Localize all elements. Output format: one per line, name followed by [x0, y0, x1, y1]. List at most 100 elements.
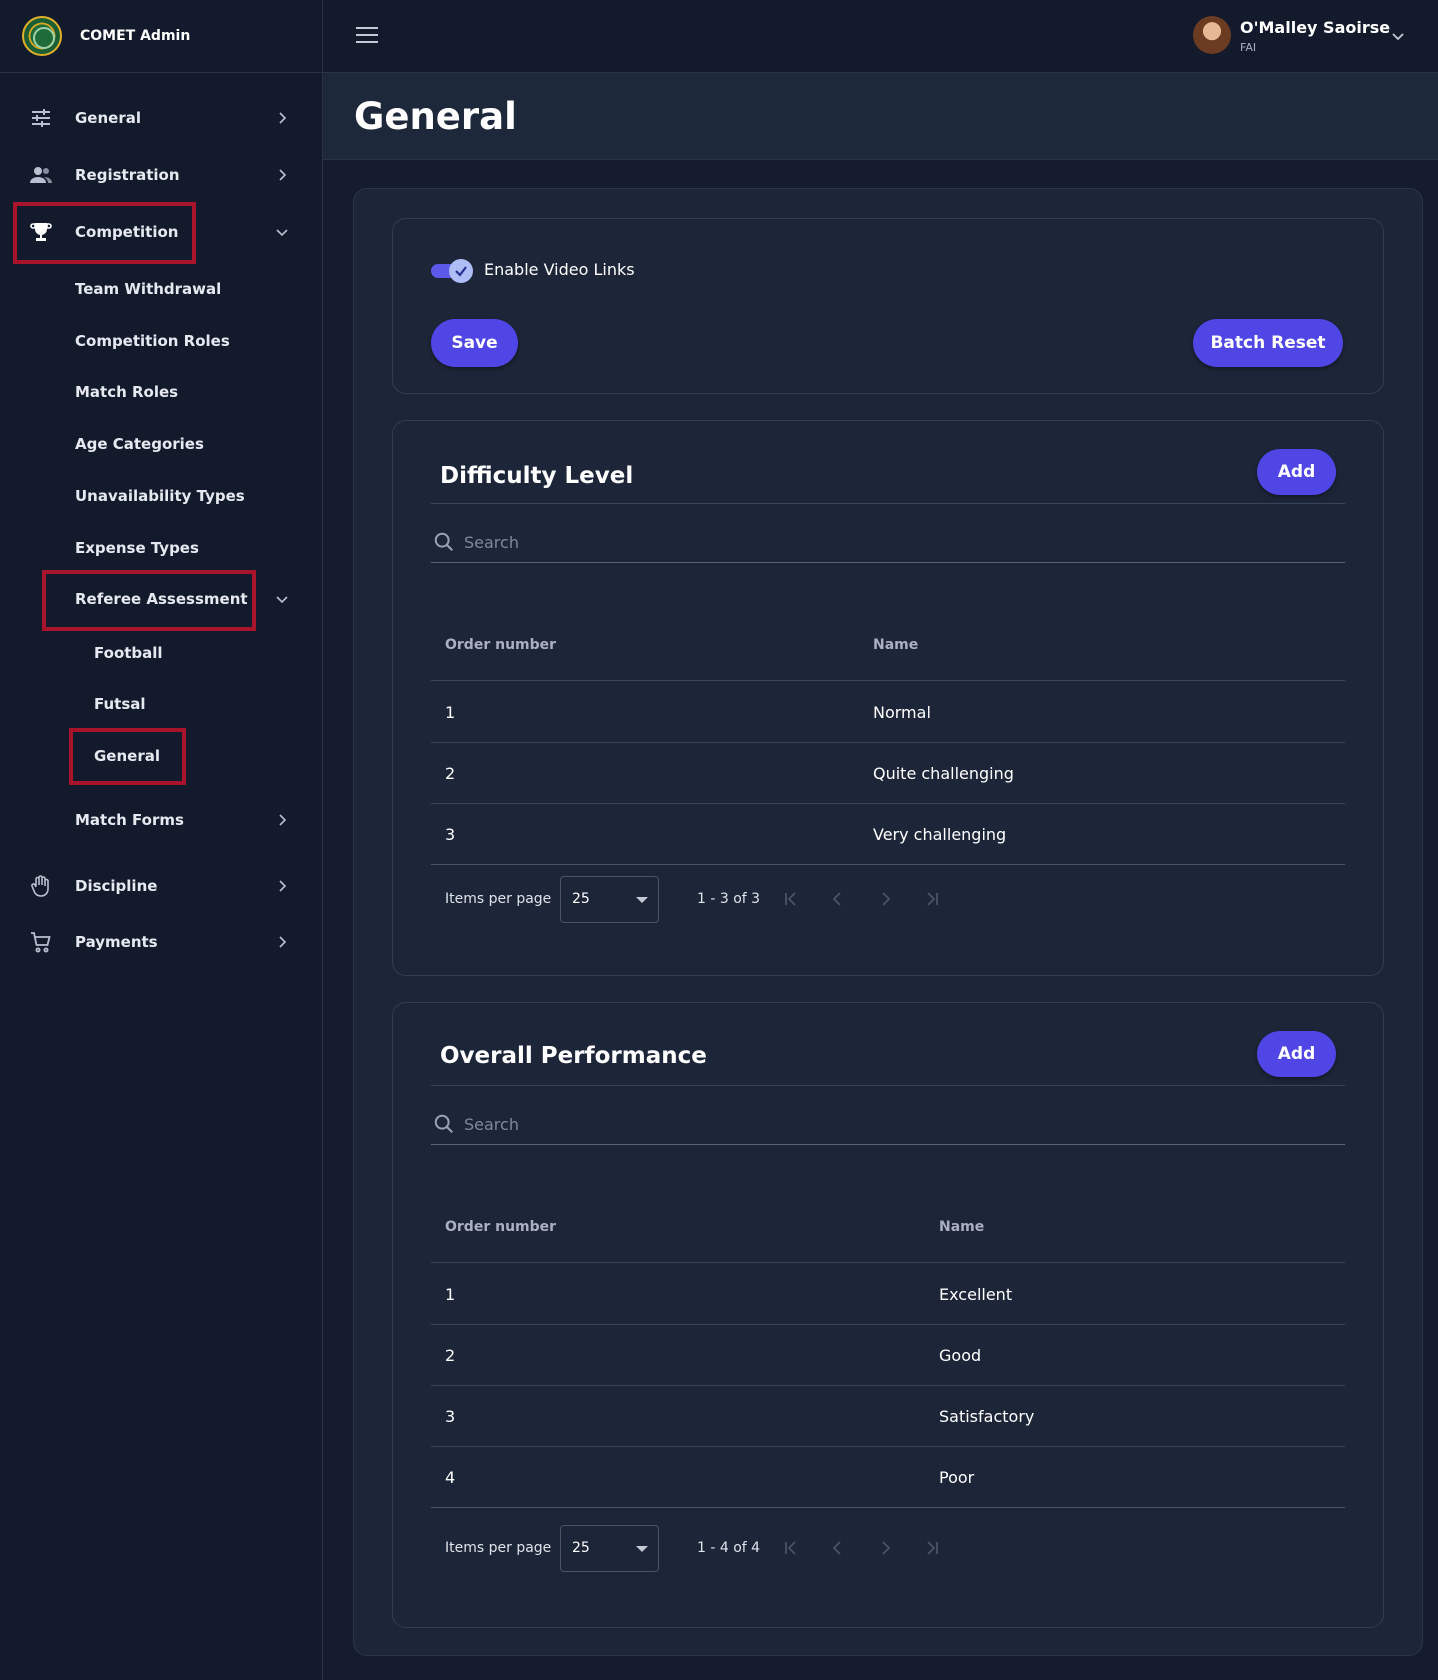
last-page-icon[interactable]	[922, 1538, 942, 1558]
page-header: General	[323, 73, 1438, 160]
check-icon	[449, 259, 473, 283]
items-per-page-value: 25	[572, 1540, 590, 1556]
sidebar-subitem-match-roles[interactable]: Match Roles	[75, 383, 178, 401]
sidebar-subitem-competition-roles[interactable]: Competition Roles	[75, 332, 230, 350]
card-title: Difficulty Level	[440, 463, 634, 489]
previous-page-icon[interactable]	[828, 1538, 848, 1558]
cell-order: 3	[445, 1407, 456, 1426]
chevron-right-icon	[279, 880, 287, 892]
items-per-page-select[interactable]: 25	[560, 876, 659, 923]
cell-name: Excellent	[939, 1285, 1013, 1304]
sidebar-subitem-expense-types[interactable]: Expense Types	[75, 539, 199, 557]
chevron-right-icon	[279, 814, 287, 826]
avatar[interactable]	[1193, 16, 1231, 54]
table-row[interactable]: 1 Excellent	[431, 1264, 1345, 1325]
page-range: 1 - 4 of 4	[697, 1540, 761, 1556]
user-org: FAI	[1240, 41, 1257, 54]
search-icon	[434, 532, 453, 551]
sidebar-item-label: General	[75, 109, 141, 127]
sidebar-item-payments[interactable]: Payments	[0, 922, 322, 962]
page-range: 1 - 3 of 3	[697, 891, 761, 907]
cell-name: Poor	[939, 1468, 975, 1487]
sidebar-item-registration[interactable]: Registration	[0, 155, 322, 195]
user-name[interactable]: O'Malley Saoirse	[1240, 18, 1390, 37]
table-row[interactable]: 4 Poor	[431, 1447, 1345, 1508]
caret-down-icon	[636, 897, 648, 903]
chevron-down-icon[interactable]	[1390, 28, 1406, 44]
difficulty-level-card: Difficulty Level Add Search Order number…	[392, 420, 1384, 976]
table-row[interactable]: 2 Quite challenging	[431, 743, 1345, 804]
items-per-page-select[interactable]: 25	[560, 1525, 659, 1572]
overall-performance-card: Overall Performance Add Search Order num…	[392, 1002, 1384, 1628]
items-per-page-value: 25	[572, 891, 590, 907]
batch-reset-button[interactable]: Batch Reset	[1193, 319, 1343, 367]
chevron-right-icon	[279, 112, 287, 124]
chevron-down-icon	[276, 229, 288, 237]
highlight-box	[13, 202, 196, 264]
sidebar-item-discipline[interactable]: Discipline	[0, 866, 322, 906]
sidebar-subitem-age-categories[interactable]: Age Categories	[75, 435, 204, 453]
page-title: General	[354, 95, 517, 138]
brand[interactable]: COMET Admin	[0, 0, 322, 73]
highlight-box	[69, 728, 186, 785]
column-header-order[interactable]: Order number	[445, 1219, 556, 1235]
search-input[interactable]: Search	[431, 1109, 1345, 1145]
first-page-icon[interactable]	[781, 1538, 801, 1558]
sidebar-item-label: Discipline	[75, 877, 158, 895]
toggle-label: Enable Video Links	[484, 260, 635, 279]
sidebar-item-label: Payments	[75, 933, 158, 951]
search-input[interactable]: Search	[431, 527, 1345, 563]
cell-order: 1	[445, 703, 456, 722]
caret-down-icon	[636, 1546, 648, 1552]
cell-order: 2	[445, 764, 456, 783]
search-placeholder: Search	[464, 1115, 519, 1134]
sliders-icon	[32, 109, 50, 127]
chevron-down-icon	[276, 596, 288, 604]
next-page-icon[interactable]	[875, 1538, 895, 1558]
sidebar-subitem-futsal[interactable]: Futsal	[94, 695, 146, 713]
cell-name: Normal	[873, 703, 931, 722]
sidebar-item-label: Registration	[75, 166, 180, 184]
sidebar-item-general[interactable]: General	[0, 98, 322, 138]
previous-page-icon[interactable]	[828, 889, 848, 909]
sidebar: COMET Admin General Registration Competi…	[0, 0, 323, 1680]
divider	[431, 503, 1345, 504]
table-row[interactable]: 3 Satisfactory	[431, 1386, 1345, 1447]
card-title: Overall Performance	[440, 1043, 707, 1069]
highlight-box	[42, 570, 256, 631]
cell-order: 2	[445, 1346, 456, 1365]
cell-name: Very challenging	[873, 825, 1007, 844]
add-button[interactable]: Add	[1257, 449, 1336, 495]
enable-video-links-toggle[interactable]	[431, 259, 473, 283]
top-bar: O'Malley Saoirse FAI	[323, 0, 1438, 73]
menu-icon[interactable]	[356, 27, 378, 45]
table-row[interactable]: 2 Good	[431, 1325, 1345, 1386]
paginator: Items per page 25 1 - 4 of 4	[431, 1525, 1345, 1573]
column-header-order[interactable]: Order number	[445, 637, 556, 653]
cell-name: Good	[939, 1346, 982, 1365]
table-row[interactable]: 1 Normal	[431, 682, 1345, 743]
table-header: Order number Name	[431, 1193, 1345, 1263]
chevron-right-icon	[279, 936, 287, 948]
column-header-name[interactable]: Name	[939, 1219, 984, 1235]
cell-order: 1	[445, 1285, 456, 1304]
first-page-icon[interactable]	[781, 889, 801, 909]
chevron-right-icon	[279, 169, 287, 181]
search-icon	[434, 1114, 453, 1133]
hand-icon	[31, 875, 49, 897]
users-icon	[30, 167, 52, 183]
cell-order: 3	[445, 825, 456, 844]
sidebar-subitem-unavailability-types[interactable]: Unavailability Types	[75, 487, 245, 505]
sidebar-subitem-match-forms[interactable]: Match Forms	[75, 811, 184, 829]
add-button[interactable]: Add	[1257, 1031, 1336, 1077]
table-row[interactable]: 3 Very challenging	[431, 804, 1345, 865]
next-page-icon[interactable]	[875, 889, 895, 909]
cell-name: Satisfactory	[939, 1407, 1035, 1426]
sidebar-subitem-team-withdrawal[interactable]: Team Withdrawal	[75, 280, 221, 298]
save-button[interactable]: Save	[431, 319, 518, 367]
column-header-name[interactable]: Name	[873, 637, 918, 653]
sidebar-subitem-football[interactable]: Football	[94, 644, 163, 662]
last-page-icon[interactable]	[922, 889, 942, 909]
comet-logo-icon	[22, 16, 62, 56]
search-placeholder: Search	[464, 533, 519, 552]
